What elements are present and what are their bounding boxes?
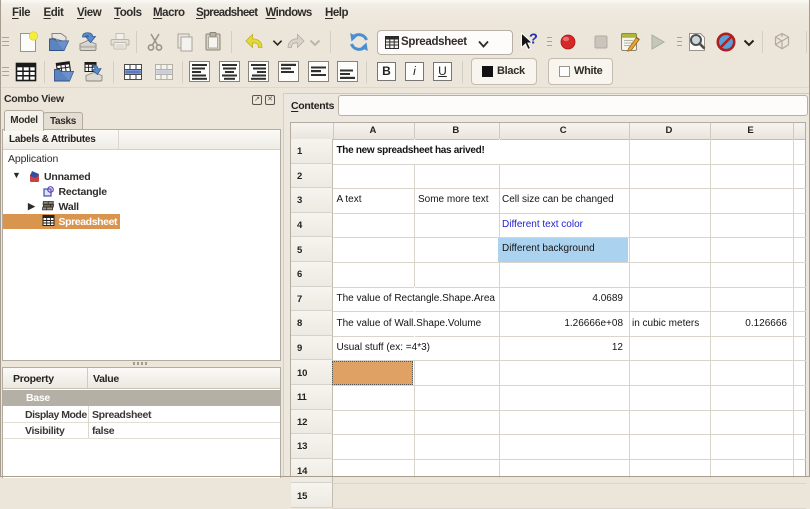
svg-text:?: ?	[529, 32, 538, 48]
